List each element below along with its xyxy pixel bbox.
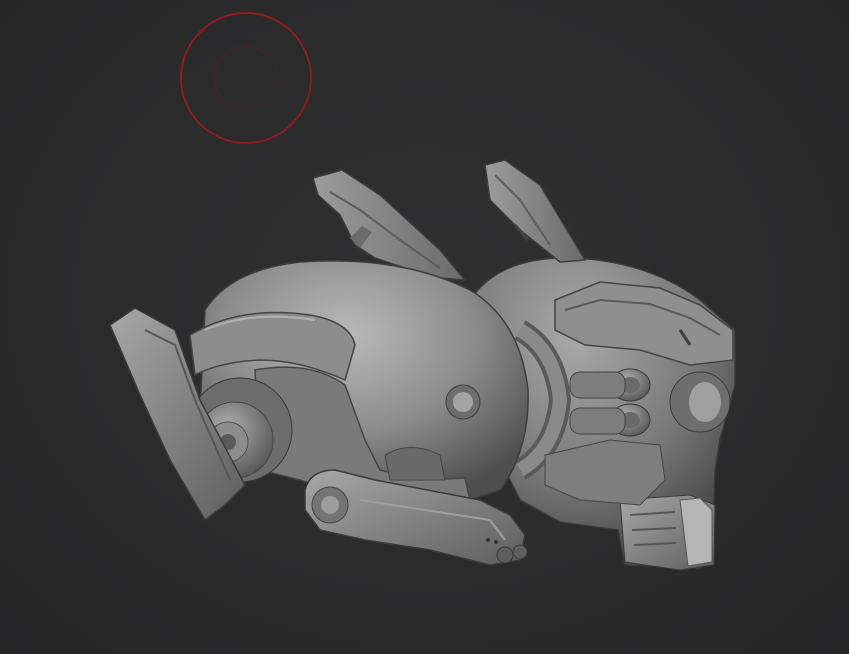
sculpted-helmet-model[interactable] (0, 0, 849, 654)
right-fin (484, 159, 587, 263)
sculpt-viewport[interactable] (0, 0, 849, 654)
